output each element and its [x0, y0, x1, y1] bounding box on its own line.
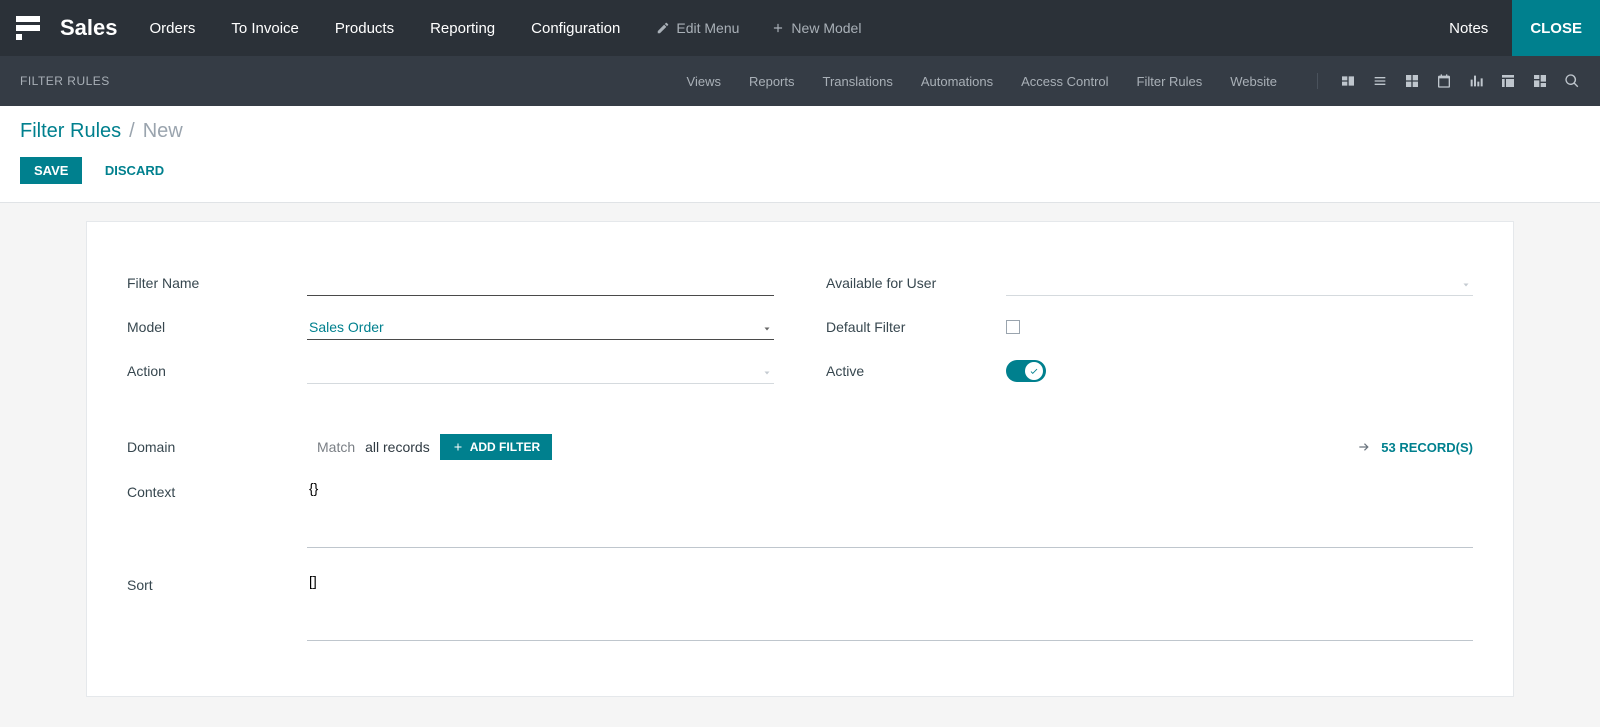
save-button[interactable]: Save — [20, 157, 82, 184]
tab-translations[interactable]: Translations — [823, 74, 893, 89]
nav-reporting[interactable]: Reporting — [430, 20, 495, 37]
sort-input[interactable] — [307, 571, 1473, 641]
dashboard-view-icon[interactable] — [1532, 73, 1548, 89]
breadcrumb-root[interactable]: Filter Rules — [20, 120, 121, 143]
nav-to-invoice[interactable]: To Invoice — [231, 20, 299, 37]
label-domain: Domain — [127, 439, 307, 455]
form-sheet: Filter Name Model Action — [86, 221, 1514, 697]
breadcrumb: Filter Rules / New — [20, 120, 1580, 143]
app-brand[interactable]: Sales — [60, 15, 118, 41]
add-filter-button[interactable]: Add Filter — [440, 434, 552, 460]
tab-views[interactable]: Views — [687, 74, 721, 89]
plus-icon — [771, 21, 785, 35]
domain-match-prefix: Match — [317, 439, 355, 455]
filter-name-input[interactable] — [307, 271, 774, 296]
records-link[interactable]: 53 Record(s) — [1357, 440, 1473, 455]
tab-access-control[interactable]: Access Control — [1021, 74, 1108, 89]
label-action: Action — [127, 363, 307, 379]
apps-icon[interactable] — [16, 16, 40, 40]
label-available-user: Available for User — [826, 275, 1006, 291]
graph-view-icon[interactable] — [1468, 73, 1484, 89]
label-sort: Sort — [127, 571, 307, 646]
check-icon — [1029, 366, 1039, 376]
arrow-right-icon — [1357, 440, 1371, 454]
default-filter-checkbox[interactable] — [1006, 320, 1020, 334]
context-input[interactable] — [307, 478, 1473, 548]
label-context: Context — [127, 478, 307, 553]
nav-configuration[interactable]: Configuration — [531, 20, 620, 37]
kanban-view-icon[interactable] — [1404, 73, 1420, 89]
domain-match-scope: all records — [365, 439, 430, 455]
search-icon[interactable] — [1564, 73, 1580, 89]
notes-link[interactable]: Notes — [1425, 20, 1512, 37]
edit-menu-link[interactable]: Edit Menu — [656, 20, 739, 36]
form-view-icon[interactable] — [1340, 73, 1356, 89]
nav-orders[interactable]: Orders — [150, 20, 196, 37]
tab-reports[interactable]: Reports — [749, 74, 795, 89]
pencil-icon — [656, 21, 670, 35]
label-model: Model — [127, 319, 307, 335]
breadcrumb-current: New — [143, 120, 183, 143]
available-user-select[interactable] — [1006, 271, 1473, 296]
list-view-icon[interactable] — [1372, 73, 1388, 89]
plus-icon — [452, 441, 464, 453]
calendar-view-icon[interactable] — [1436, 73, 1452, 89]
breadcrumb-sep: / — [129, 120, 135, 143]
active-toggle[interactable] — [1006, 360, 1046, 382]
action-select[interactable] — [307, 359, 774, 384]
tab-website[interactable]: Website — [1230, 74, 1277, 89]
pivot-view-icon[interactable] — [1500, 73, 1516, 89]
label-active: Active — [826, 363, 1006, 379]
label-filter-name: Filter Name — [127, 275, 307, 291]
subnav-title: Filter Rules — [20, 74, 110, 88]
nav-products[interactable]: Products — [335, 20, 394, 37]
model-select[interactable] — [307, 315, 774, 340]
tab-filter-rules[interactable]: Filter Rules — [1137, 74, 1203, 89]
close-button[interactable]: CLOSE — [1512, 0, 1600, 56]
label-default-filter: Default Filter — [826, 319, 1006, 335]
discard-button[interactable]: Discard — [87, 157, 182, 184]
tab-automations[interactable]: Automations — [921, 74, 993, 89]
new-model-link[interactable]: New Model — [771, 20, 861, 36]
